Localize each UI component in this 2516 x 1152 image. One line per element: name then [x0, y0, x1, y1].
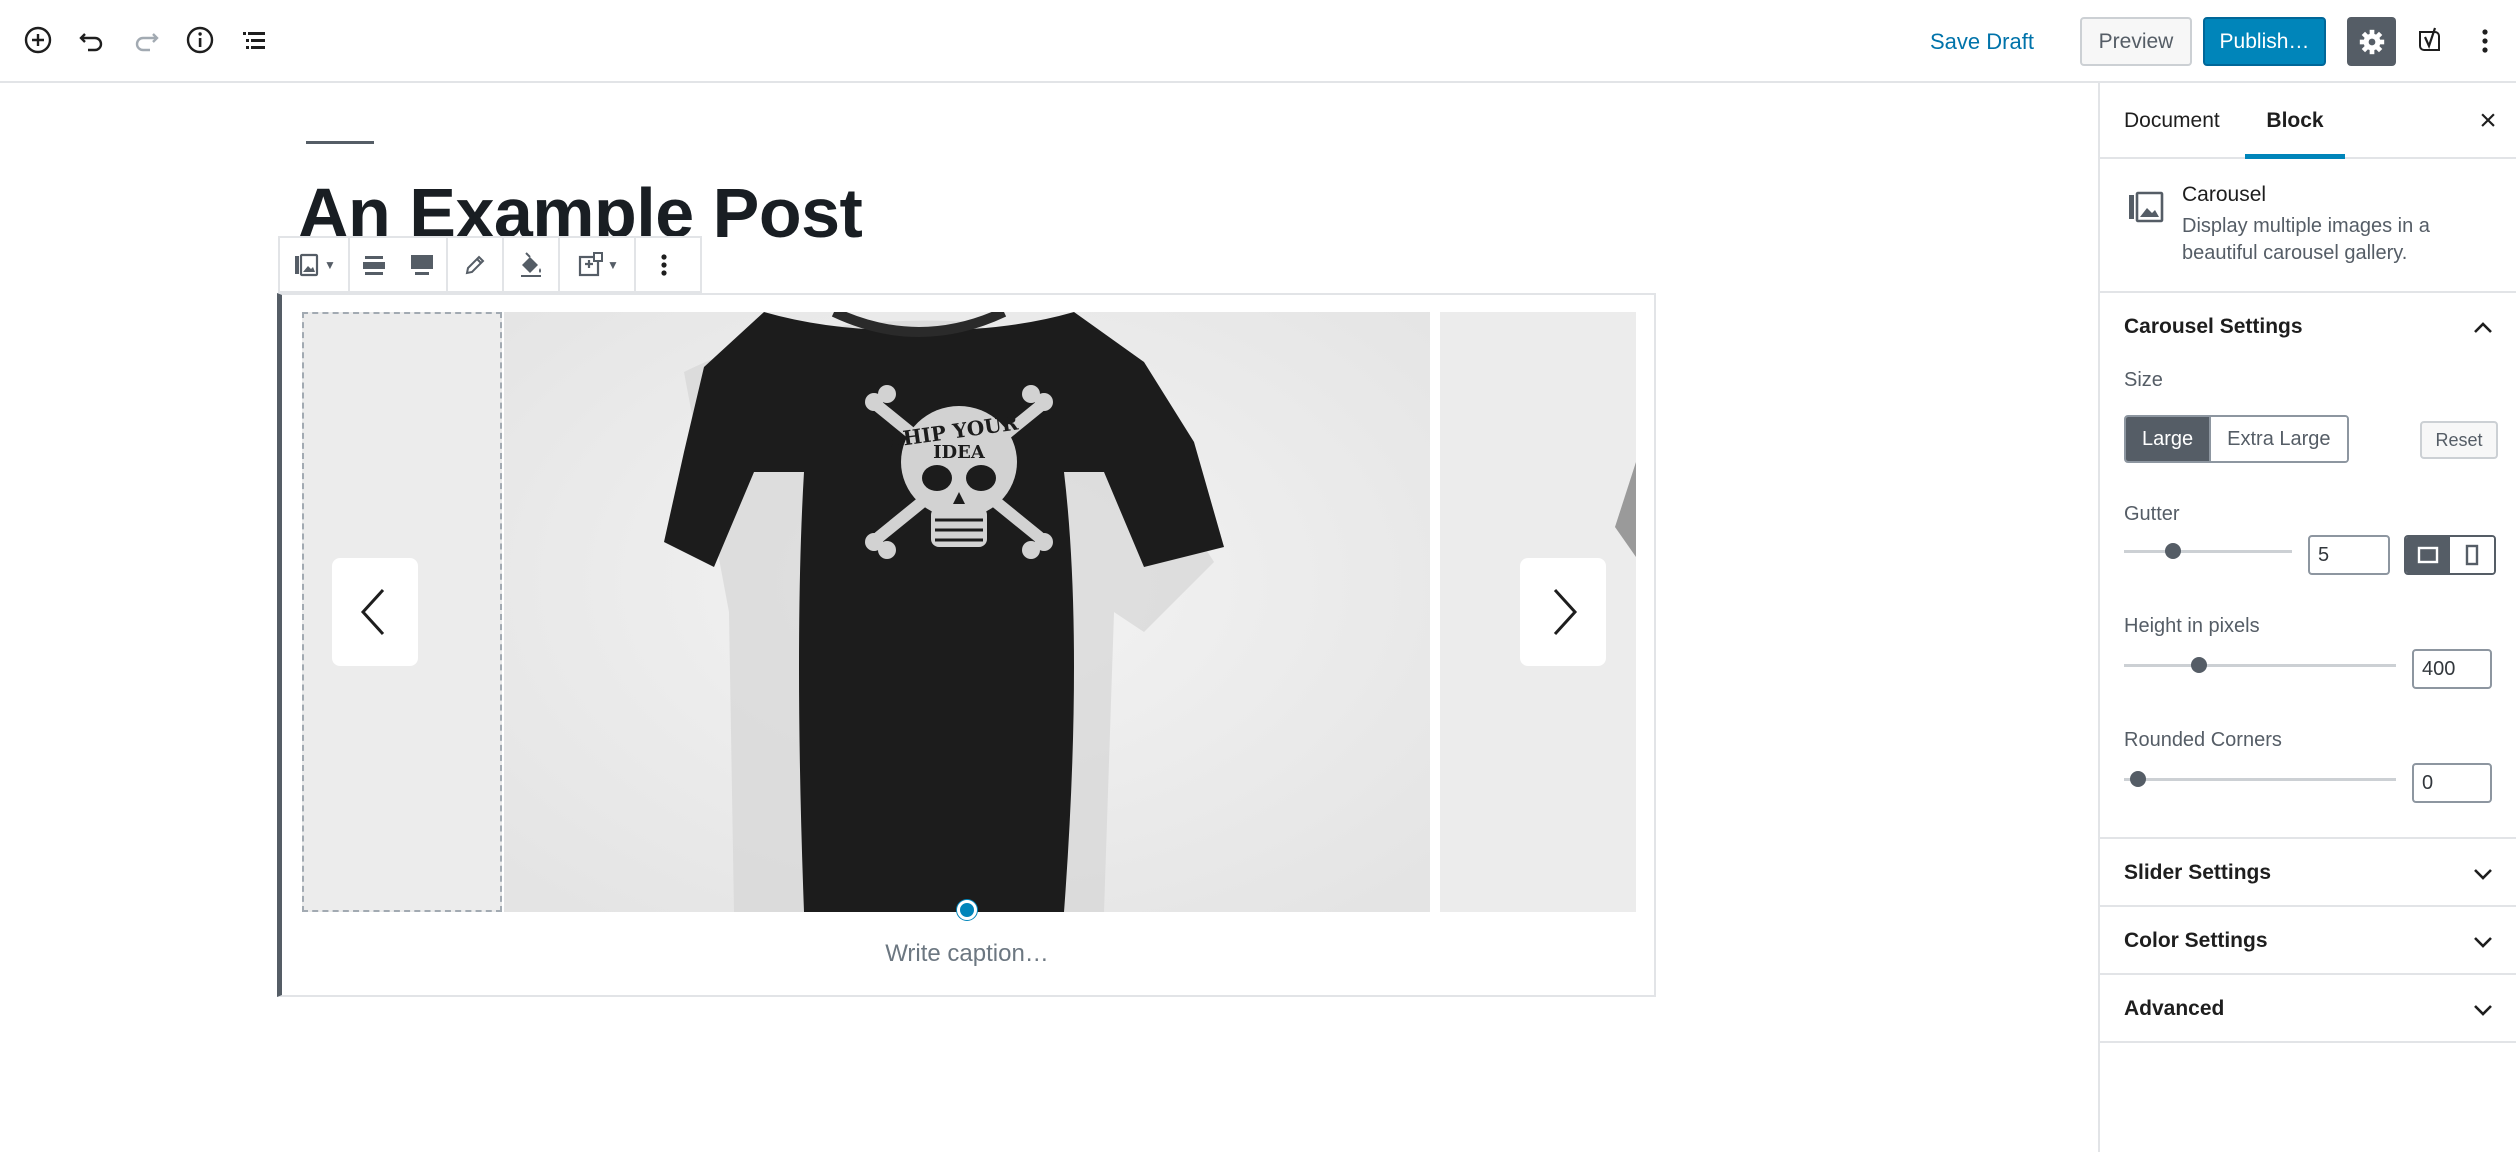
add-block-icon[interactable] — [18, 20, 58, 60]
close-icon[interactable]: × — [2470, 103, 2506, 139]
color-settings-panel-toggle[interactable]: Color Settings — [2100, 907, 2516, 975]
resize-handle[interactable] — [957, 900, 977, 920]
title-separator — [306, 141, 374, 144]
carousel-slide-tshirt-image[interactable]: SHIP YOUR IDEA — [504, 312, 1430, 912]
panel-title: Slider Settings — [2124, 861, 2272, 884]
chevron-down-icon: ▼ — [324, 257, 336, 272]
panel-title: Carousel Settings — [2124, 315, 2303, 338]
fill-icon — [521, 251, 541, 277]
height-input[interactable]: 400 — [2412, 649, 2492, 689]
height-label: Height in pixels — [2124, 615, 2260, 637]
align-full-button[interactable] — [398, 238, 446, 291]
gutter-input[interactable]: 5 — [2308, 535, 2390, 575]
align-wide-icon — [363, 255, 385, 275]
chevron-left-icon — [360, 588, 385, 636]
image-sizes-button[interactable]: ▼ — [560, 238, 634, 291]
info-icon[interactable] — [180, 20, 220, 60]
gear-icon — [2359, 29, 2384, 54]
size-label: Size — [2124, 369, 2163, 391]
height-slider-track[interactable] — [2124, 664, 2396, 667]
gutter-slider-track[interactable] — [2124, 550, 2292, 553]
rounded-corners-slider-track[interactable] — [2124, 778, 2396, 781]
gutter-orientation-toggle — [2404, 535, 2496, 575]
settings-button[interactable] — [2347, 17, 2396, 66]
block-card: Carousel Display multiple images in a be… — [2100, 159, 2516, 293]
edit-icon — [465, 255, 485, 274]
landscape-icon — [2417, 546, 2439, 564]
carousel-next-button[interactable] — [1520, 558, 1606, 666]
chevron-right-icon — [1553, 588, 1578, 636]
height-slider-thumb[interactable] — [2191, 657, 2207, 673]
portrait-button[interactable] — [2450, 537, 2494, 573]
edit-gallery-button[interactable] — [448, 238, 502, 291]
block-title: Carousel — [2182, 183, 2267, 206]
carousel-block-icon — [2129, 191, 2164, 223]
yoast-icon — [2419, 27, 2440, 51]
size-extra-large-button[interactable]: Extra Large — [2209, 417, 2347, 461]
save-draft-button[interactable]: Save Draft — [1930, 22, 2034, 62]
carousel-settings-panel-toggle[interactable]: Carousel Settings — [2100, 293, 2516, 361]
rounded-corners-slider-thumb[interactable] — [2130, 771, 2146, 787]
block-description: Display multiple images in a beautiful c… — [2182, 215, 2430, 264]
settings-sidebar: Document Block × Carousel Display multip… — [2098, 83, 2516, 1152]
block-toolbar: ▼ ▼ — [278, 236, 702, 293]
landscape-button[interactable] — [2406, 537, 2450, 573]
tab-block[interactable]: Block — [2245, 83, 2345, 159]
block-more-options-button[interactable] — [636, 238, 692, 291]
portrait-icon — [2465, 544, 2479, 566]
editor-header: Save Draft Preview Publish… — [0, 0, 2516, 83]
panel-title: Advanced — [2124, 997, 2225, 1020]
caption-input[interactable]: Write caption… — [280, 940, 1654, 968]
carousel-block-icon — [295, 253, 319, 276]
size-button-group: Large Extra Large — [2124, 415, 2349, 463]
more-options-icon — [661, 253, 667, 276]
image-sizes-icon — [578, 251, 604, 276]
chevron-down-icon: ▼ — [607, 257, 619, 272]
chevron-down-icon — [2474, 869, 2492, 880]
undo-icon[interactable] — [72, 20, 112, 60]
publish-button[interactable]: Publish… — [2203, 17, 2326, 66]
size-large-button[interactable]: Large — [2126, 417, 2210, 461]
yoast-seo-button[interactable] — [2410, 20, 2450, 62]
align-wide-button[interactable] — [350, 238, 398, 291]
background-fill-button[interactable] — [504, 238, 558, 291]
redo-icon[interactable] — [126, 20, 166, 60]
tab-document[interactable]: Document — [2124, 83, 2220, 159]
panel-title: Color Settings — [2124, 929, 2268, 952]
carousel-prev-button[interactable] — [332, 558, 418, 666]
sidebar-tabs: Document Block × — [2100, 83, 2516, 159]
outline-icon[interactable] — [234, 20, 274, 60]
rounded-corners-label: Rounded Corners — [2124, 729, 2282, 751]
slider-settings-panel-toggle[interactable]: Slider Settings — [2100, 839, 2516, 907]
gutter-slider-thumb[interactable] — [2165, 543, 2181, 559]
chevron-up-icon — [2474, 322, 2492, 333]
chevron-down-icon — [2474, 937, 2492, 948]
svg-text:IDEA: IDEA — [933, 442, 986, 463]
more-menu-button[interactable] — [2470, 20, 2500, 62]
rounded-corners-input[interactable]: 0 — [2412, 763, 2492, 803]
advanced-panel-toggle[interactable]: Advanced — [2100, 975, 2516, 1043]
gutter-label: Gutter — [2124, 503, 2180, 525]
tshirt-image: SHIP YOUR IDEA — [504, 312, 1430, 912]
more-icon — [2482, 29, 2488, 53]
chevron-down-icon — [2474, 1005, 2492, 1016]
align-full-icon — [411, 254, 433, 275]
reset-button[interactable]: Reset — [2420, 421, 2498, 459]
preview-button[interactable]: Preview — [2080, 17, 2192, 66]
block-switcher-button[interactable]: ▼ — [280, 238, 348, 291]
